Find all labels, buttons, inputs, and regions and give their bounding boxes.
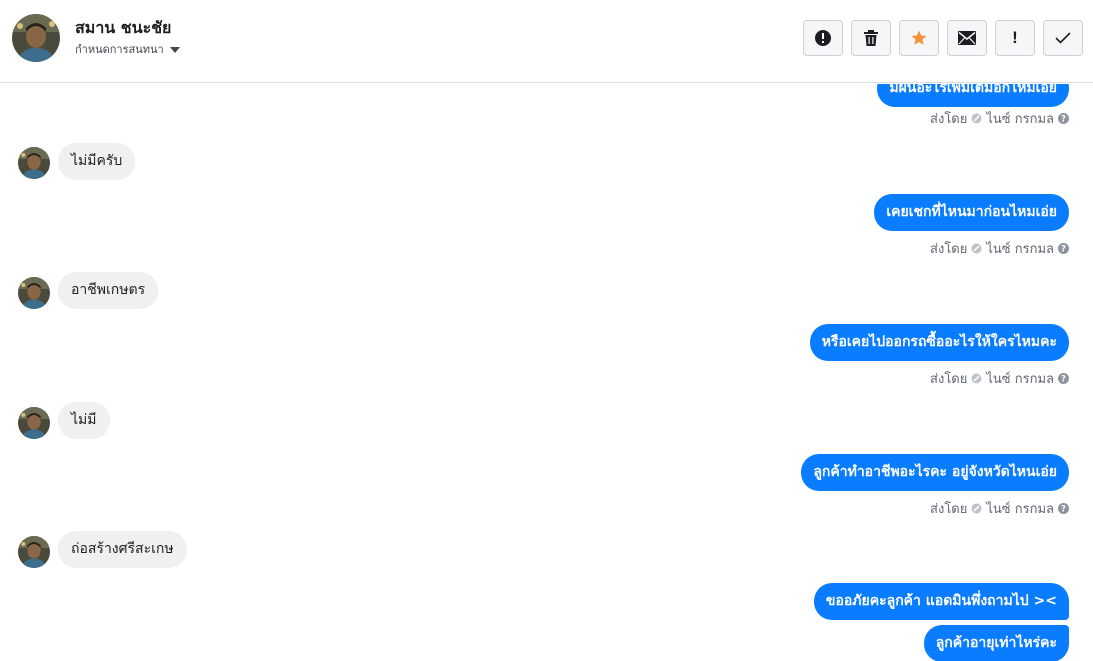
sent-by-label: ส่งโดย [930, 502, 968, 517]
help-icon[interactable]: ? [1058, 243, 1069, 254]
block-icon [971, 243, 982, 254]
exclamation-circle-icon [815, 30, 831, 46]
svg-text:?: ? [1061, 245, 1066, 254]
trash-icon [864, 30, 878, 46]
sent-by-label: ส่งโดย [930, 242, 968, 257]
help-icon[interactable]: ? [1058, 503, 1069, 514]
message-bubble-incoming[interactable]: ไม่มีครับ [58, 143, 136, 180]
svg-text:?: ? [1061, 375, 1066, 384]
message-bubble-outgoing[interactable]: เคยเชกที่ไหนมาก่อนไหมเอ่ย [874, 194, 1069, 231]
message-bubble-incoming[interactable]: ถ่อสร้างศรีสะเกษ [58, 531, 187, 568]
message-bubble-outgoing[interactable]: ลูกค้าทำอาชีพอะไรคะ อยู่จังหวัดไหนเอ่ย [801, 454, 1069, 491]
star-button[interactable] [899, 20, 939, 56]
block-icon [971, 373, 982, 384]
sent-by-meta: ส่งโดย ไนซ์ กรกมล ? [930, 108, 1069, 129]
help-icon[interactable]: ? [1058, 373, 1069, 384]
sent-by-meta: ส่งโดย ไนซ์ กรกมล ? [930, 498, 1069, 519]
agent-name: ไนซ์ กรกมล [986, 372, 1054, 387]
conversation-header: สมาน ชนะชัย กำหนดการสนทนา ! [0, 0, 1093, 83]
message-thread[interactable]: มีผีนอะไรเพิ่มเติมอีกไหมเอ่ย ส่งโดย ไนซ์… [0, 84, 1093, 661]
message-bubble-outgoing[interactable]: มีผีนอะไรเพิ่มเติมอีกไหมเอ่ย [877, 84, 1069, 107]
block-icon [971, 503, 982, 514]
message-bubble-incoming[interactable]: อาชีพเกษตร [58, 272, 159, 309]
contact-name: สมาน ชนะชัย [75, 18, 172, 37]
mail-button[interactable] [947, 20, 987, 56]
done-button[interactable] [1043, 20, 1083, 56]
svg-text:?: ? [1061, 505, 1066, 514]
contact-avatar[interactable] [12, 14, 60, 62]
important-button[interactable]: ! [995, 20, 1035, 56]
agent-name: ไนซ์ กรกมล [986, 242, 1054, 257]
sender-avatar[interactable] [18, 407, 50, 439]
sender-avatar[interactable] [18, 536, 50, 568]
delete-button[interactable] [851, 20, 891, 56]
help-icon[interactable]: ? [1058, 113, 1069, 124]
message-bubble-outgoing[interactable]: ลูกค้าอายุเท่าไหร่คะ [923, 625, 1069, 661]
important-label: ! [1012, 28, 1018, 47]
chevron-down-icon [169, 46, 180, 53]
sender-avatar[interactable] [18, 147, 50, 179]
schedule-dropdown[interactable]: กำหนดการสนทนา [75, 40, 180, 58]
conversation-toolbar: ! [803, 20, 1083, 56]
sender-avatar[interactable] [18, 277, 50, 309]
spam-button[interactable] [803, 20, 843, 56]
sent-by-meta: ส่งโดย ไนซ์ กรกมล ? [930, 238, 1069, 259]
agent-name: ไนซ์ กรกมล [986, 112, 1054, 127]
envelope-icon [958, 31, 976, 45]
sent-by-label: ส่งโดย [930, 372, 968, 387]
sent-by-label: ส่งโดย [930, 112, 968, 127]
svg-text:?: ? [1061, 115, 1066, 124]
schedule-label: กำหนดการสนทนา [75, 43, 164, 56]
message-bubble-incoming[interactable]: ไม่มี [58, 402, 110, 439]
message-bubble-outgoing[interactable]: หรือเคยไปออกรถซื้ออะไรให้ใครไหมคะ [809, 324, 1069, 361]
block-icon [971, 113, 982, 124]
message-bubble-outgoing[interactable]: ขออภัยคะลูกค้า แอดมินพึ่งถามไป >< [813, 583, 1069, 620]
checkmark-icon [1055, 32, 1071, 44]
agent-name: ไนซ์ กรกมล [986, 502, 1054, 517]
star-icon [911, 30, 927, 45]
sent-by-meta: ส่งโดย ไนซ์ กรกมล ? [930, 368, 1069, 389]
